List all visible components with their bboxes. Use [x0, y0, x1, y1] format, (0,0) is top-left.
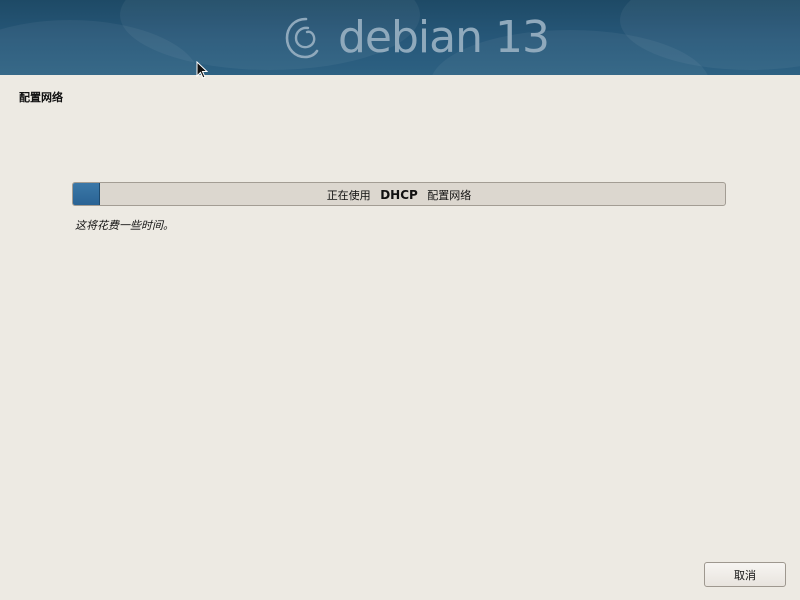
progress-bar: 正在使用 DHCP 配置网络: [72, 182, 726, 206]
progress-label-suffix: 配置网络: [427, 189, 472, 202]
logo-text: debian 13: [338, 12, 550, 63]
step-title: 配置网络: [19, 91, 63, 104]
progress-label: 正在使用 DHCP 配置网络: [73, 183, 725, 208]
progress-hint: 这将花费一些时间。: [75, 219, 174, 232]
cancel-button[interactable]: 取消: [704, 562, 786, 587]
progress-label-prefix: 正在使用: [326, 189, 371, 202]
mouse-pointer-icon: [196, 61, 208, 79]
debian-banner: debian 13: [0, 0, 800, 75]
progress-label-protocol: DHCP: [380, 188, 418, 202]
debian-swirl-icon: [285, 17, 319, 59]
debian-logo: debian 13: [284, 12, 550, 64]
